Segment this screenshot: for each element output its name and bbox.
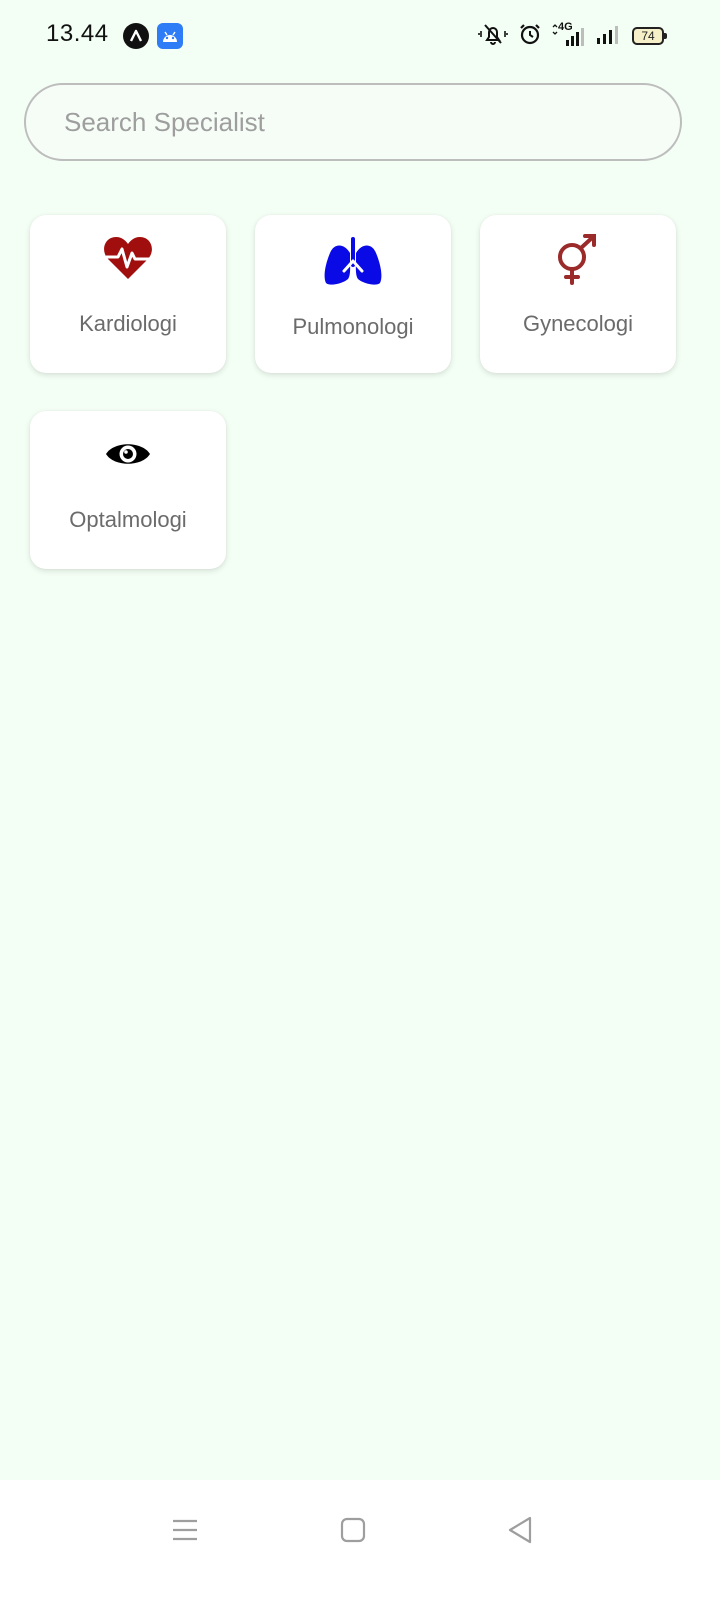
specialist-card-optalmologi[interactable]: Optalmologi (30, 411, 226, 569)
venus-mars-icon (480, 233, 676, 285)
home-icon[interactable] (333, 1510, 373, 1550)
signal-bars-icon (596, 22, 622, 51)
menu-icon[interactable] (165, 1510, 205, 1550)
app-screen: 13.44 4G 74 Search Specialist Kardiologi… (0, 0, 720, 1600)
search-input[interactable] (64, 106, 680, 138)
heart-pulse-icon (30, 235, 226, 287)
specialist-label: Optalmologi (69, 507, 187, 532)
specialist-label: Gynecologi (522, 311, 634, 336)
search-field[interactable] (24, 83, 682, 161)
status-bar: 13.44 4G 74 (0, 0, 720, 72)
specialist-card-kardiologi[interactable]: Kardiologi (30, 215, 226, 373)
status-time: 13.44 (46, 20, 109, 47)
specialist-label: Kardiologi (79, 311, 177, 336)
alarm-icon (518, 22, 542, 51)
signal-4g-icon: 4G (552, 21, 586, 48)
system-nav-bar (0, 1480, 720, 1600)
specialist-label: Pulmonologi (292, 314, 414, 339)
specialist-card-gynecologi[interactable]: Gynecologi (480, 215, 676, 373)
android-notification-icon (157, 23, 183, 49)
battery-level: 74 (641, 29, 655, 43)
mute-bell-icon (478, 22, 508, 51)
eye-icon (30, 437, 226, 489)
lungs-icon (255, 235, 451, 287)
status-icons: 4G 74 (478, 21, 667, 51)
app-notification-icon (123, 23, 149, 49)
battery-icon: 74 (632, 27, 667, 45)
specialist-card-pulmonologi[interactable]: Pulmonologi (255, 215, 451, 373)
back-icon[interactable] (500, 1510, 540, 1550)
